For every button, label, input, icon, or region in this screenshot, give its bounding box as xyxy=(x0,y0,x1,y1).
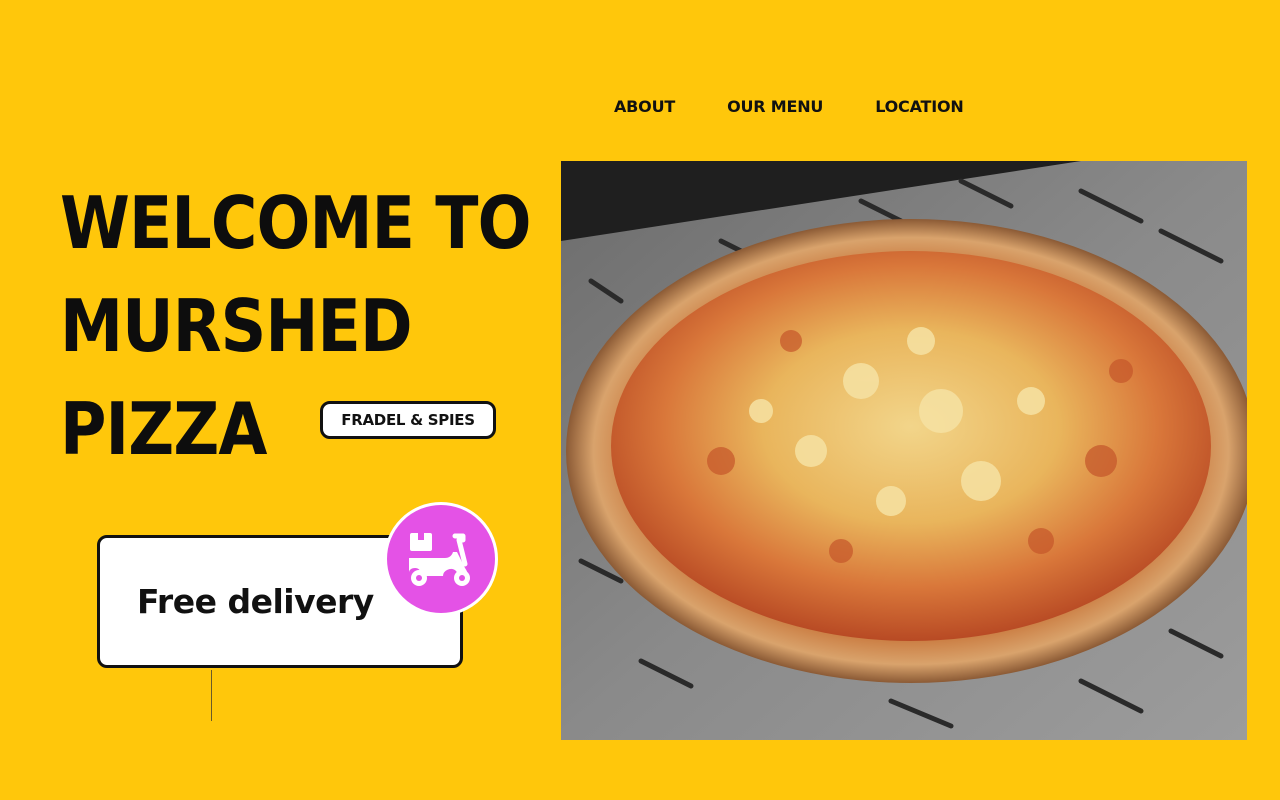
nav-link-location[interactable]: LOCATION xyxy=(875,96,964,118)
pizza-illustration xyxy=(561,161,1247,740)
hero-title-line-1: WELCOME TO xyxy=(60,181,531,265)
scooter-glyph xyxy=(409,533,470,586)
pizza-photo xyxy=(561,161,1247,740)
free-delivery-label: Free delivery xyxy=(137,582,374,621)
nav-link-our-menu[interactable]: OUR MENU xyxy=(727,96,823,118)
divider-line xyxy=(211,670,212,721)
hero-title-line-2: MURSHED xyxy=(60,284,413,368)
brand-tag: FRADEL & SPIES xyxy=(320,401,496,439)
main-nav: ABOUT OUR MENU LOCATION xyxy=(614,96,964,118)
delivery-scooter-icon xyxy=(384,502,498,616)
nav-link-about[interactable]: ABOUT xyxy=(614,96,675,118)
